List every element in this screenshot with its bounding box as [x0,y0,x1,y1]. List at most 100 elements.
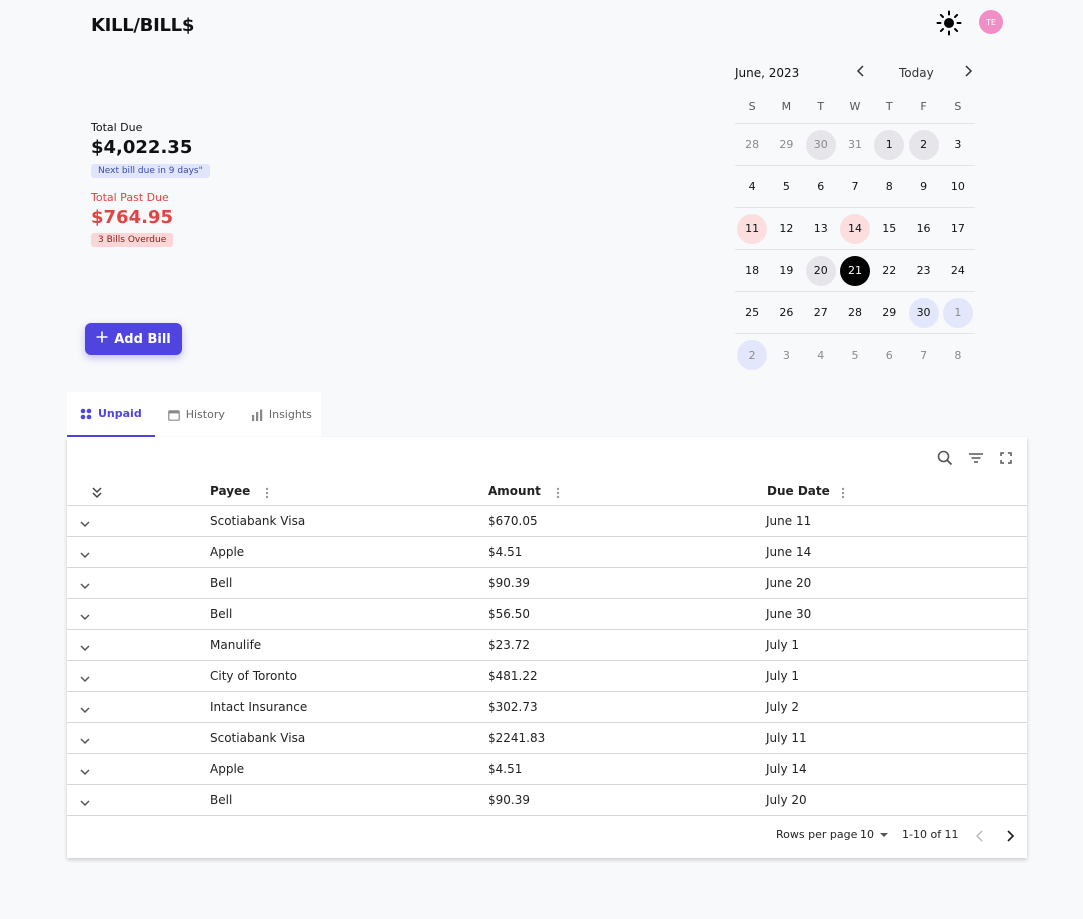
calendar-day[interactable]: 28 [737,130,767,160]
calendar-day[interactable]: 17 [943,214,973,244]
calendar-day[interactable]: 21 [839,255,870,286]
calendar-day[interactable]: 7 [909,340,939,370]
calendar-day[interactable]: 26 [771,298,801,328]
amount-cell: $2241.83 [488,731,546,745]
payee-cell: Intact Insurance [210,700,308,714]
calendar-day[interactable]: 29 [874,298,904,328]
tab-unpaid[interactable]: Unpaid [67,392,155,437]
expand-row-chevron-down-icon[interactable] [79,608,91,621]
column-menu-vertical-dots-icon[interactable] [262,485,272,499]
table-row[interactable]: Apple $4.51 July 14 [67,754,1027,785]
table-row[interactable]: Scotiabank Visa $670.05 June 11 [67,506,1027,537]
table-row[interactable]: Bell $90.39 June 20 [67,568,1027,599]
calendar-day[interactable]: 27 [806,298,836,328]
calendar-day[interactable]: 5 [840,340,870,370]
calendar-day[interactable]: 12 [771,214,801,244]
calendar-day[interactable]: 29 [771,130,801,160]
calendar-day[interactable]: 10 [943,172,973,202]
column-header-due-date[interactable]: Due Date [767,484,830,498]
expand-all-double-chevron-icon[interactable] [90,484,104,499]
calendar-day[interactable]: 25 [737,298,767,328]
add-bill-button[interactable]: Add Bill [85,323,182,355]
calendar-day[interactable]: 8 [874,172,904,202]
weekday-label: T [817,100,825,113]
calendar-day[interactable]: 22 [874,256,904,286]
calendar-next-chevron-right-icon[interactable] [962,64,974,82]
calendar-day[interactable]: 6 [874,340,904,370]
expand-row-chevron-down-icon[interactable] [79,639,91,652]
expand-row-chevron-down-icon[interactable] [79,670,91,683]
table-row[interactable]: City of Toronto $481.22 July 1 [67,661,1027,692]
previous-page-chevron-left-icon[interactable] [973,828,987,842]
expand-row-chevron-down-icon[interactable] [79,794,91,807]
calendar-day[interactable]: 18 [737,256,767,286]
calendar-day[interactable]: 15 [874,214,904,244]
calendar-day[interactable]: 23 [909,256,939,286]
expand-row-chevron-down-icon[interactable] [79,515,91,528]
calendar-day[interactable]: 14 [839,213,870,244]
expand-row-chevron-down-icon[interactable] [79,763,91,776]
calendar-day[interactable]: 30 [805,129,836,160]
calendar-day[interactable]: 6 [806,172,836,202]
filter-icon[interactable] [967,449,985,467]
table-row[interactable]: Bell $90.39 July 20 [67,785,1027,816]
column-header-payee[interactable]: Payee [210,484,250,498]
app-logo: KILL/BILL$ [91,15,195,36]
calendar-day[interactable]: 5 [771,172,801,202]
calendar-prev-chevron-left-icon[interactable] [855,64,867,82]
calendar-day[interactable]: 16 [909,214,939,244]
expand-row-chevron-down-icon[interactable] [79,701,91,714]
table-row[interactable]: Bell $56.50 June 30 [67,599,1027,630]
calendar-day[interactable]: 4 [737,172,767,202]
amount-cell: $481.22 [488,669,538,683]
calendar-day[interactable]: 1 [874,129,905,160]
avatar[interactable]: TE [979,10,1003,34]
calendar-day[interactable]: 20 [805,255,836,286]
calendar-day[interactable]: 13 [806,214,836,244]
fullscreen-icon[interactable] [997,449,1015,467]
rows-per-page-select[interactable]: 10 [860,828,888,841]
calendar-day[interactable]: 2 [908,129,939,160]
expand-row-chevron-down-icon[interactable] [79,732,91,745]
table-row[interactable]: Apple $4.51 June 14 [67,537,1027,568]
calendar-day[interactable]: 31 [840,130,870,160]
calendar-week: 4 5 6 7 8 9 10 [735,166,975,208]
calendar-day[interactable]: 3 [771,340,801,370]
column-header-amount[interactable]: Amount [488,484,541,498]
table-row[interactable]: Intact Insurance $302.73 July 2 [67,692,1027,723]
payee-cell: Apple [210,545,245,559]
next-page-chevron-right-icon[interactable] [1003,828,1017,842]
table-row[interactable]: Manulife $23.72 July 1 [67,630,1027,661]
calendar-day[interactable]: 8 [943,340,973,370]
expand-row-chevron-down-icon[interactable] [79,577,91,590]
expand-row-chevron-down-icon[interactable] [79,546,91,559]
payee-cell: Scotiabank Visa [210,514,306,528]
tab-history[interactable]: History [155,392,238,437]
calendar-day[interactable]: 11 [737,213,768,244]
calendar-day[interactable]: 3 [943,130,973,160]
amount-cell: $56.50 [488,607,530,621]
calendar-day[interactable]: 9 [909,172,939,202]
table-row[interactable]: Scotiabank Visa $2241.83 July 11 [67,723,1027,754]
calendar-today-button[interactable]: Today [899,66,934,80]
column-menu-vertical-dots-icon[interactable] [553,485,563,499]
calendar-day[interactable]: 28 [840,298,870,328]
weekday-label: S [954,100,962,113]
due-date-cell: July 14 [766,762,807,776]
tab-label: Insights [268,408,312,421]
calendar-day[interactable]: 24 [943,256,973,286]
total-due-value: $4,022.35 [91,137,193,158]
grid-icon [80,408,92,419]
calendar-day[interactable]: 1 [942,297,973,328]
calendar-day[interactable]: 7 [840,172,870,202]
column-menu-vertical-dots-icon[interactable] [838,485,848,499]
calendar-day[interactable]: 30 [908,297,939,328]
payee-cell: Manulife [210,638,262,652]
calendar-day[interactable]: 4 [806,340,836,370]
theme-toggle-sun-icon[interactable] [936,10,962,36]
calendar-day[interactable]: 2 [737,340,768,370]
bills-table-panel: Payee Amount Due Date Scotiabank Visa $67… [67,437,1027,858]
calendar-day[interactable]: 19 [771,256,801,286]
search-icon[interactable] [936,449,954,467]
tab-insights[interactable]: Insights [238,392,325,437]
